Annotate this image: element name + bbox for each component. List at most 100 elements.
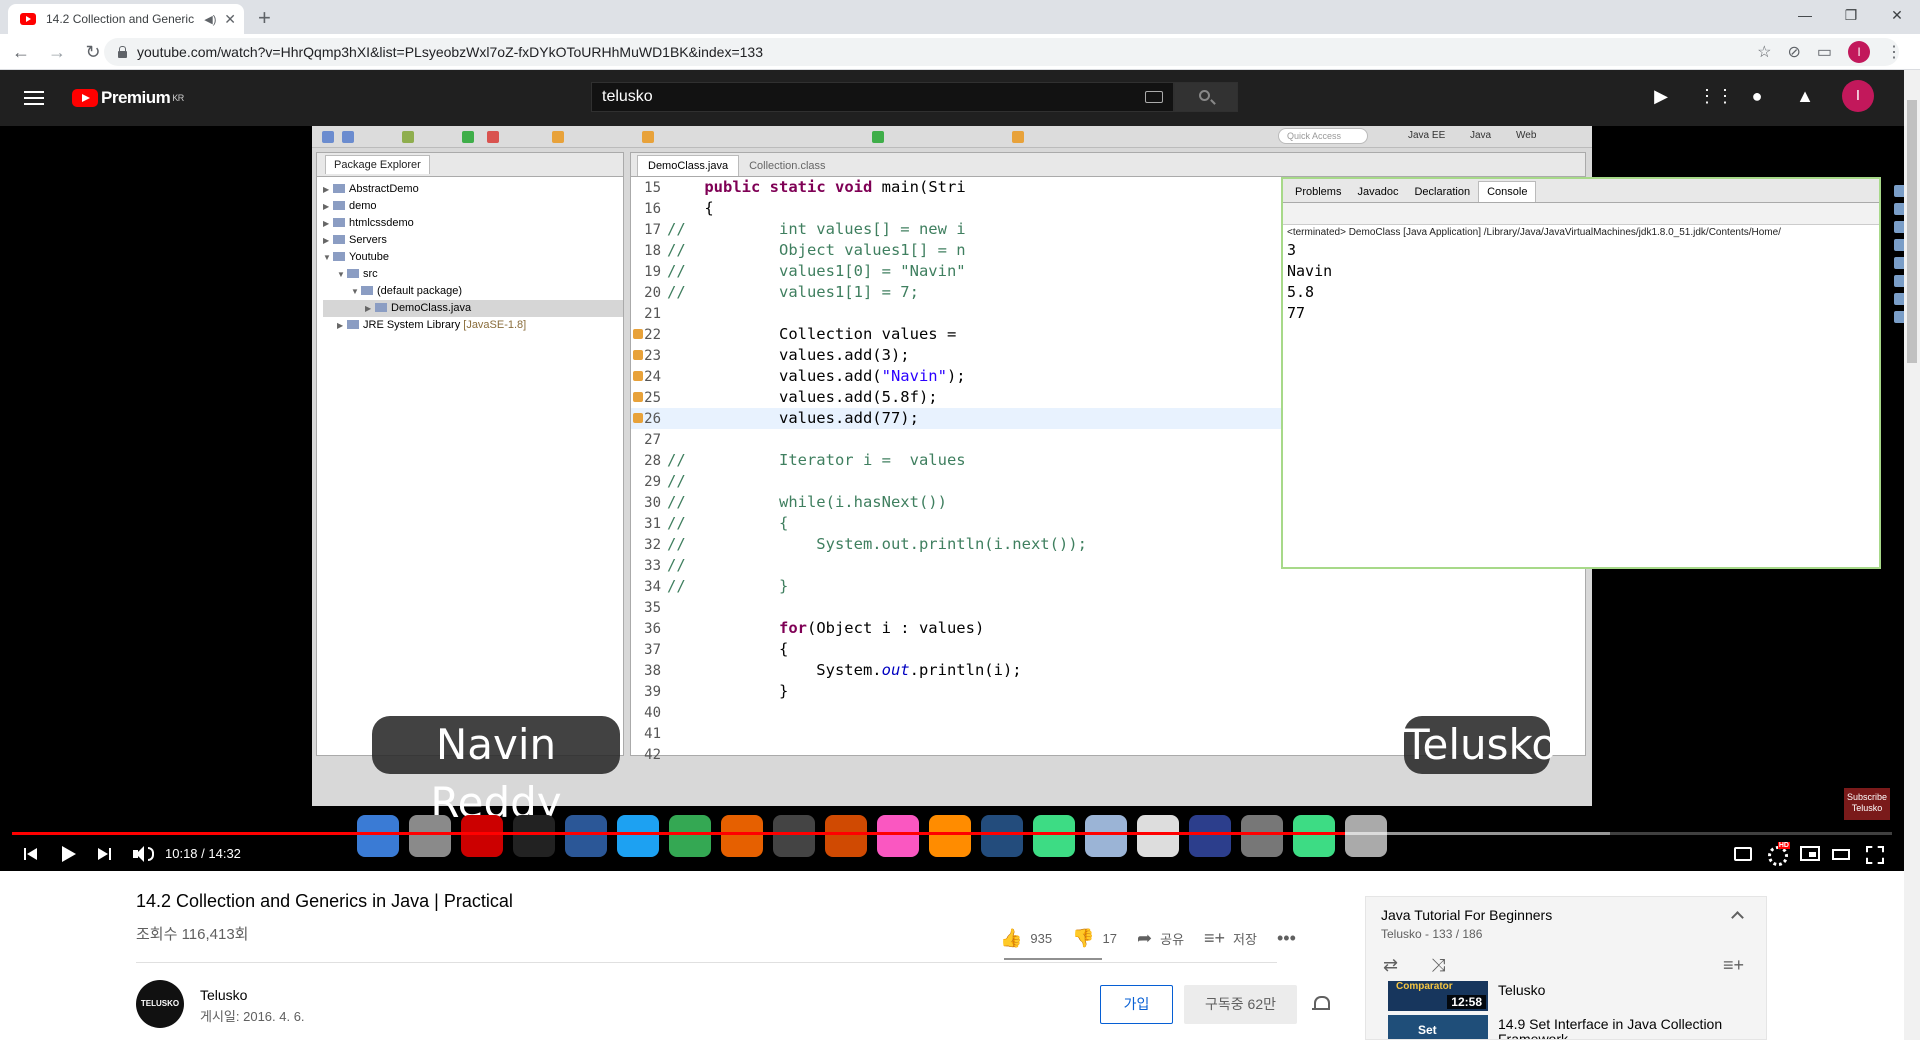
expanded-triangle-icon[interactable]: ▼ — [351, 283, 361, 300]
collapsed-triangle-icon[interactable]: ▶ — [323, 181, 333, 198]
perspective-web: Web — [1516, 130, 1537, 141]
expanded-triangle-icon[interactable]: ▼ — [323, 249, 333, 266]
line-number: 32 — [644, 537, 661, 553]
collapse-chevron-icon[interactable] — [1731, 911, 1744, 924]
code-text: // — [667, 556, 686, 574]
line-number: 19 — [644, 264, 661, 280]
close-window-button[interactable]: ✕ — [1874, 0, 1920, 32]
address-bar[interactable]: youtube.com/watch?v=HhrQqmp3hXI&list=PLs… — [104, 38, 1899, 66]
expanded-triangle-icon[interactable]: ▼ — [337, 266, 347, 283]
browser-profile-avatar[interactable]: I — [1848, 41, 1870, 63]
playlist-panel: Java Tutorial For Beginners Telusko - 13… — [1365, 896, 1767, 1040]
channel-avatar[interactable]: TELUSKO — [136, 980, 184, 1028]
new-tab-button[interactable]: + — [258, 5, 271, 31]
ide-side-strip — [1891, 179, 1904, 439]
code-text: { — [667, 199, 714, 217]
next-icon[interactable] — [94, 842, 118, 866]
video-frame: Quick Access Java EE Java Web Package Ex… — [312, 126, 1904, 857]
extension-icon[interactable]: ⊘ — [1787, 42, 1800, 62]
search-button[interactable] — [1174, 82, 1238, 112]
play-icon[interactable] — [57, 842, 81, 866]
thumbnail-duration: 12:58 — [1447, 995, 1486, 1009]
menu-icon[interactable] — [24, 87, 44, 109]
tree-node[interactable]: ▶ JRE System Library [JavaSE-1.8] — [323, 317, 623, 334]
tree-node[interactable]: ▶ demo — [323, 198, 623, 215]
tree-node[interactable]: ▼ (default package) — [323, 283, 623, 300]
subtitles-icon[interactable] — [1734, 847, 1752, 861]
browser-menu-icon[interactable]: ⋮ — [1886, 42, 1902, 62]
playlist-item[interactable]: Set 14.9 Set Interface in Java Collectio… — [1388, 1015, 1748, 1039]
collapsed-triangle-icon[interactable]: ▶ — [365, 300, 375, 317]
folder-icon — [347, 320, 359, 329]
channel-name[interactable]: Telusko — [200, 987, 247, 1003]
maximize-button[interactable]: ❐ — [1828, 0, 1874, 32]
more-actions-button[interactable]: ••• — [1277, 928, 1304, 949]
code-text: // int values[] = new i — [667, 220, 966, 238]
miniplayer-icon[interactable] — [1800, 846, 1820, 861]
keyboard-icon[interactable] — [1145, 91, 1163, 103]
code-text: // Iterator i = values — [667, 451, 966, 469]
project-tree: ▶ AbstractDemo ▶ demo ▶ htmlcssdemo ▶ Servers ▼ Y… — [317, 177, 623, 334]
subscribe-watermark[interactable]: Subscribe Telusko — [1844, 788, 1890, 820]
like-button[interactable]: 👍 935 — [1000, 928, 1052, 949]
playlist-item[interactable]: Comparator 12:58 Telusko — [1388, 981, 1748, 1013]
forward-button[interactable]: → — [42, 37, 72, 67]
back-button[interactable]: ← — [6, 37, 36, 67]
close-tab-icon[interactable]: ✕ — [224, 11, 236, 28]
search-input[interactable]: telusko — [591, 82, 1174, 112]
speaker-icon[interactable]: ◀) — [204, 13, 218, 26]
extension-2-icon[interactable]: ▭ — [1817, 42, 1832, 62]
progress-bar[interactable] — [12, 832, 1892, 835]
tree-node[interactable]: ▶ AbstractDemo — [323, 181, 623, 198]
video-player[interactable]: Quick Access Java EE Java Web Package Ex… — [0, 126, 1904, 871]
bookmark-star-icon[interactable]: ☆ — [1757, 42, 1771, 62]
collapsed-triangle-icon[interactable]: ▶ — [323, 215, 333, 232]
theater-mode-icon[interactable] — [1832, 849, 1850, 860]
toolbar-actions: ☆ ⊘ ▭ I ⋮ — [1757, 34, 1902, 70]
settings-gear-icon[interactable]: HD — [1764, 842, 1790, 866]
subscribed-button[interactable]: 구독중 62만 — [1184, 985, 1297, 1024]
tree-node-label: demo — [349, 200, 377, 212]
fullscreen-icon[interactable] — [1862, 842, 1886, 866]
collapsed-triangle-icon[interactable]: ▶ — [337, 317, 347, 334]
page-scrollbar[interactable] — [1904, 70, 1920, 1040]
tree-node[interactable]: ▶ htmlcssdemo — [323, 215, 623, 232]
tree-node[interactable]: ▼ Youtube — [323, 249, 623, 266]
collapsed-triangle-icon[interactable]: ▶ — [323, 198, 333, 215]
apps-grid-icon[interactable]: ⋮⋮ — [1698, 85, 1734, 107]
youtube-premium-logo[interactable]: Premium KR — [72, 88, 184, 108]
code-line: 36 for(Object i : values) — [631, 618, 1585, 639]
code-text: values.add(3); — [667, 346, 910, 364]
previous-icon[interactable] — [20, 842, 44, 866]
join-button[interactable]: 가입 — [1100, 985, 1173, 1024]
dislike-button[interactable]: 👎 17 — [1072, 928, 1117, 949]
shuffle-icon[interactable]: ⤨ — [1431, 955, 1445, 976]
browser-toolbar: ← → ↻ youtube.com/watch?v=HhrQqmp3hXI&li… — [0, 34, 1920, 70]
tree-node[interactable]: ▼ src — [323, 266, 623, 283]
create-video-icon[interactable]: ▶ — [1650, 85, 1672, 107]
browser-tab-strip: 14.2 Collection and Generic ◀) ✕ + — ❐ ✕ — [0, 0, 1920, 34]
notifications-bell-icon[interactable]: ▲ — [1794, 85, 1816, 107]
browser-tab[interactable]: 14.2 Collection and Generic ◀) ✕ — [8, 4, 244, 34]
minimize-button[interactable]: — — [1782, 0, 1828, 32]
tree-node[interactable]: ▶ DemoClass.java — [323, 300, 623, 317]
loop-icon[interactable]: ⇄ — [1383, 955, 1398, 976]
playlist-title[interactable]: Java Tutorial For Beginners — [1381, 907, 1552, 923]
warning-marker-icon — [633, 413, 643, 423]
messages-icon[interactable]: ● — [1746, 85, 1768, 107]
console-line: Navin — [1287, 262, 1333, 280]
save-playlist-icon[interactable]: ≡+ — [1723, 955, 1744, 976]
collapsed-triangle-icon[interactable]: ▶ — [323, 232, 333, 249]
code-text: for(Object i : values) — [778, 619, 985, 637]
notification-bell-icon[interactable] — [1312, 994, 1330, 1012]
save-button[interactable]: ≡+ 저장 — [1204, 928, 1257, 949]
user-avatar[interactable]: I — [1842, 80, 1874, 112]
line-number: 30 — [644, 495, 661, 511]
playlist-thumbnail: Comparator 12:58 — [1388, 981, 1488, 1011]
share-button[interactable]: ➦ 공유 — [1137, 928, 1184, 949]
perspective-java: Java — [1470, 130, 1492, 141]
code-line: 35 — [631, 597, 1585, 618]
tree-node[interactable]: ▶ Servers — [323, 232, 623, 249]
code-text: // Object values1[] = n — [667, 241, 966, 259]
scrollbar-thumb[interactable] — [1907, 100, 1917, 363]
